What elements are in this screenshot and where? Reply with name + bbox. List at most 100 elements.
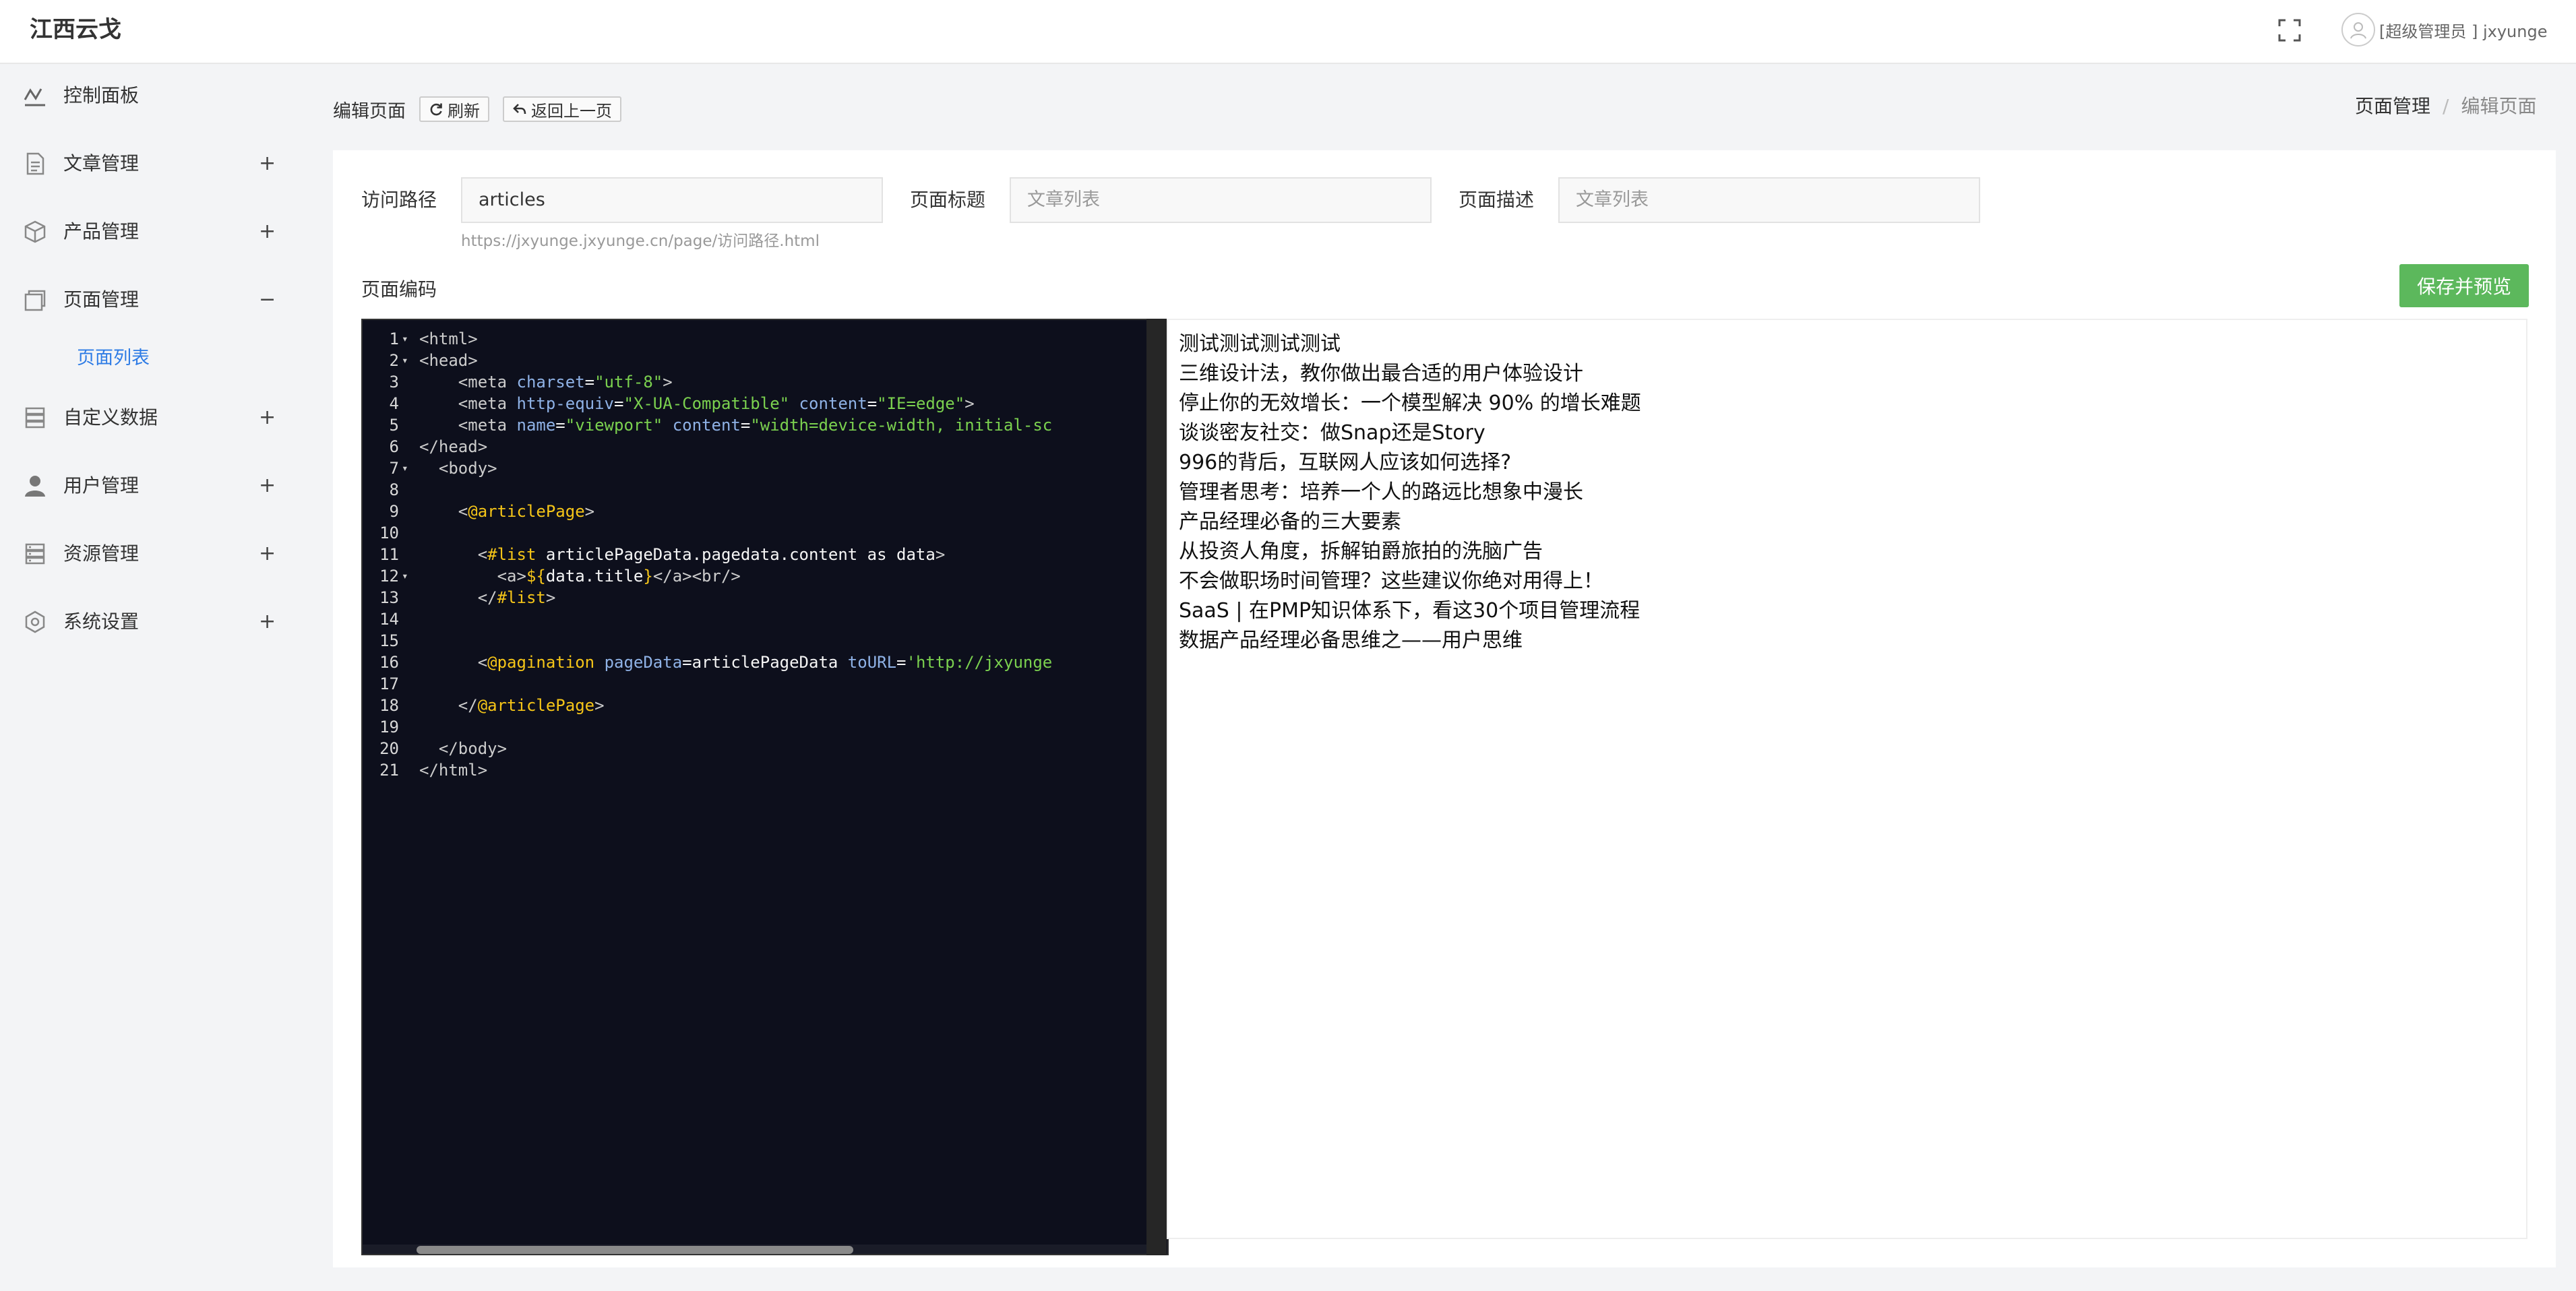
- preview-article-link[interactable]: SaaS | 在PMP知识体系下，看这30个项目管理流程: [1179, 596, 2515, 626]
- code-text: <@articlePage>: [458, 502, 595, 521]
- code-text: <html>: [419, 329, 478, 348]
- refresh-icon: [430, 103, 442, 116]
- line-number: 5: [389, 416, 399, 435]
- preview-article-link[interactable]: 数据产品经理必备思维之——用户思维: [1179, 626, 2515, 656]
- code-text: <a>${data.title}</a><br/>: [497, 567, 741, 586]
- preview-article-link[interactable]: 从投资人角度，拆解铂爵旅拍的洗脑广告: [1179, 537, 2515, 567]
- sidebar-item-pages[interactable]: 页面管理 −: [0, 276, 317, 323]
- expand-icon[interactable]: +: [259, 540, 276, 567]
- expand-icon[interactable]: +: [259, 472, 276, 499]
- save-and-preview-button[interactable]: 保存并预览: [2399, 264, 2529, 307]
- code-text: </body>: [438, 739, 508, 758]
- code-text: </#list>: [477, 588, 556, 607]
- code-line[interactable]: 3 <meta charset="utf-8">: [363, 371, 1151, 393]
- sidebar-item-resources[interactable]: 资源管理 +: [0, 530, 317, 577]
- preview-article-link[interactable]: 停止你的无效增长：一个模型解决 90% 的增长难题: [1179, 389, 2515, 418]
- path-input[interactable]: articles: [461, 177, 883, 223]
- code-line[interactable]: 14: [363, 608, 1151, 630]
- line-number: 6: [389, 437, 399, 456]
- code-text: <meta http-equiv="X-UA-Compatible" conte…: [458, 394, 975, 413]
- sidebar-item-dashboard[interactable]: 控制面板: [0, 72, 317, 119]
- code-line[interactable]: 12 ▾ <a>${data.title}</a><br/>: [363, 565, 1151, 587]
- preview-article-link[interactable]: 996的背后，互联网人应该如何选择?: [1179, 448, 2515, 478]
- sidebar-item-products[interactable]: 产品管理 +: [0, 208, 317, 255]
- line-number: 14: [379, 610, 399, 629]
- code-line[interactable]: 7 ▾ <body>: [363, 458, 1151, 479]
- sidebar-item-label: 用户管理: [63, 474, 140, 497]
- code-line[interactable]: 5 <meta name="viewport" content="width=d…: [363, 414, 1151, 436]
- user-menu[interactable]: [超级管理员 ] jxyunge: [2341, 12, 2547, 47]
- code-line[interactable]: 9 <@articlePage>: [363, 501, 1151, 522]
- code-line[interactable]: 20 </body>: [363, 738, 1151, 759]
- preview-article-link[interactable]: 测试测试测试测试: [1179, 329, 2515, 359]
- code-line[interactable]: 10: [363, 522, 1151, 544]
- code-line[interactable]: 21 </html>: [363, 759, 1151, 781]
- preview-article-link[interactable]: 三维设计法，教你做出最合适的用户体验设计: [1179, 359, 2515, 389]
- line-number: 8: [389, 480, 399, 499]
- back-button[interactable]: 返回上一页: [503, 96, 621, 122]
- line-number: 1: [389, 329, 399, 348]
- code-text: <#list articlePageData.pagedata.content …: [477, 545, 946, 564]
- code-line[interactable]: 8: [363, 479, 1151, 501]
- refresh-button[interactable]: 刷新: [419, 96, 489, 122]
- line-number: 18: [379, 696, 399, 715]
- sidebar-item-articles[interactable]: 文章管理 +: [0, 140, 317, 187]
- line-number: 11: [379, 545, 399, 564]
- expand-icon[interactable]: +: [259, 404, 276, 431]
- code-text: <meta name="viewport" content="width=dev…: [458, 416, 1053, 435]
- path-label: 访问路径: [361, 189, 437, 211]
- code-text: <head>: [419, 351, 478, 370]
- avatar: [2341, 13, 2375, 46]
- fold-toggle-icon[interactable]: ▾: [402, 565, 408, 587]
- code-line[interactable]: 17: [363, 673, 1151, 695]
- preview-article-link[interactable]: 产品经理必备的三大要素: [1179, 507, 2515, 537]
- expand-icon[interactable]: +: [259, 150, 276, 177]
- code-line[interactable]: 11 <#list articlePageData.pagedata.conte…: [363, 544, 1151, 565]
- code-line[interactable]: 19: [363, 716, 1151, 738]
- settings-icon: [23, 610, 47, 634]
- line-number: 20: [379, 739, 399, 758]
- editor-splitter[interactable]: [1146, 319, 1167, 1255]
- sidebar-item-users[interactable]: 用户管理 +: [0, 462, 317, 509]
- code-text: <@pagination pageData=articlePageData to…: [477, 653, 1053, 672]
- code-line[interactable]: 6 </head>: [363, 436, 1151, 458]
- fold-toggle-icon[interactable]: ▾: [402, 458, 408, 479]
- code-line[interactable]: 1 ▾ <html>: [363, 328, 1151, 350]
- edit-form-panel: 访问路径 articles https://jxyunge.jxyunge.cn…: [333, 150, 2556, 1267]
- sidebar-subitem-page-list[interactable]: 页面列表: [77, 345, 150, 372]
- breadcrumb: 页面管理 / 编辑页面: [2355, 93, 2536, 120]
- code-line[interactable]: 16 <@pagination pageData=articlePageData…: [363, 652, 1151, 673]
- fold-toggle-icon[interactable]: ▾: [402, 350, 408, 371]
- title-input[interactable]: 文章列表: [1010, 177, 1432, 223]
- page-stack-icon: [23, 288, 47, 312]
- description-input[interactable]: 文章列表: [1558, 177, 1980, 223]
- sidebar-item-settings[interactable]: 系统设置 +: [0, 598, 317, 646]
- fullscreen-icon[interactable]: [2275, 16, 2304, 44]
- code-line[interactable]: 2 ▾ <head>: [363, 350, 1151, 371]
- page-heading: 编辑页面 刷新 返回上一页: [333, 96, 621, 123]
- expand-icon[interactable]: +: [259, 608, 276, 635]
- expand-icon[interactable]: +: [259, 218, 276, 245]
- code-line[interactable]: 15: [363, 630, 1151, 652]
- editor-scrollbar[interactable]: [417, 1246, 853, 1254]
- preview-article-link[interactable]: 谈谈密友社交：做Snap还是Story: [1179, 418, 2515, 448]
- code-line[interactable]: 18 </@articlePage>: [363, 695, 1151, 716]
- refresh-label: 刷新: [448, 101, 480, 121]
- code-line[interactable]: 4 <meta http-equiv="X-UA-Compatible" con…: [363, 393, 1151, 414]
- preview-article-link[interactable]: 管理者思考：培养一个人的路远比想象中漫长: [1179, 478, 2515, 507]
- line-number: 4: [389, 394, 399, 413]
- line-number: 7: [389, 459, 399, 478]
- code-editor[interactable]: 1 ▾ <html> 2 ▾ <head> 3 <meta charset="utf-8">…: [361, 319, 1169, 1255]
- fold-toggle-icon[interactable]: ▾: [402, 328, 408, 350]
- sidebar-item-label: 自定义数据: [63, 406, 158, 429]
- code-text: <body>: [438, 459, 497, 478]
- code-line[interactable]: 13 </#list>: [363, 587, 1151, 608]
- sidebar-item-label: 资源管理: [63, 542, 140, 565]
- collapse-icon[interactable]: −: [259, 286, 276, 313]
- sidebar-item-custom-data[interactable]: 自定义数据 +: [0, 394, 317, 441]
- document-icon: [23, 152, 47, 176]
- cube-icon: [23, 220, 47, 244]
- preview-article-link[interactable]: 不会做职场时间管理？这些建议你绝对用得上！: [1179, 567, 2515, 596]
- code-text: </html>: [419, 761, 488, 780]
- breadcrumb-item-page-management[interactable]: 页面管理: [2355, 93, 2430, 120]
